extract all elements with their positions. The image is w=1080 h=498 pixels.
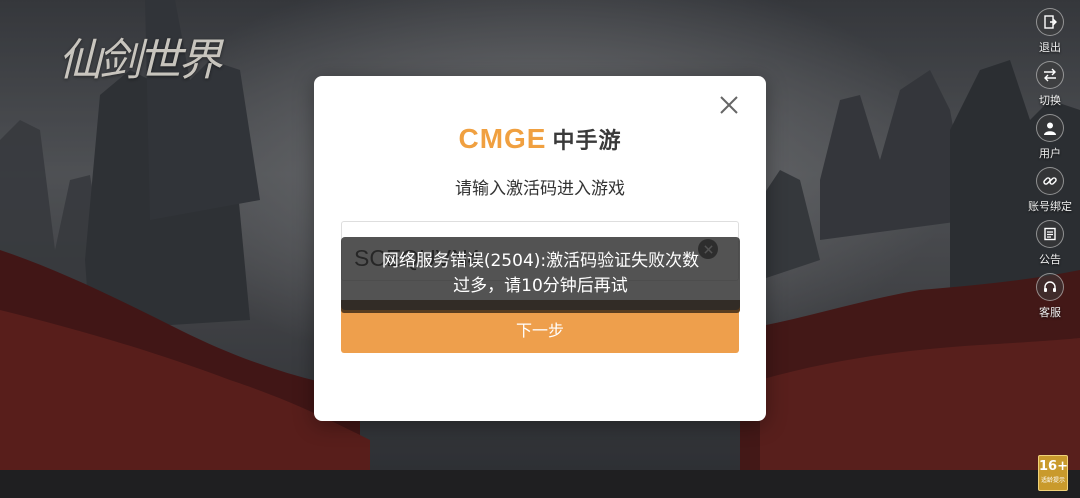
sidebar-item-notice[interactable]: 公告 <box>1028 220 1072 273</box>
sidebar-item-account-binding[interactable]: 账号绑定 <box>1028 167 1072 220</box>
error-toast: 网络服务错误(2504):激活码验证失败次数 过多，请10分钟后再试 <box>341 237 740 310</box>
age-rating-value: 16+ <box>1039 459 1068 474</box>
sidebar-item-exit[interactable]: 退出 <box>1028 8 1072 61</box>
age-rating-badge: 16+ 适龄提示 <box>1038 455 1068 491</box>
headset-icon <box>1036 273 1064 301</box>
sidebar-item-customer-service[interactable]: 客服 <box>1028 273 1072 326</box>
sidebar-item-user[interactable]: 用户 <box>1028 114 1072 167</box>
sidebar-item-label: 账号绑定 <box>1028 200 1072 213</box>
sidebar-item-label: 公告 <box>1039 253 1061 266</box>
sidebar-item-label: 用户 <box>1039 147 1061 160</box>
brand-logo-latin: CMGE <box>458 123 547 154</box>
brand-logo-chinese: 中手游 <box>552 129 622 154</box>
close-button[interactable] <box>718 94 740 116</box>
error-toast-line2: 过多，请10分钟后再试 <box>453 276 628 296</box>
sidebar: 退出 切换 用户 账号绑定 公告 客服 <box>1028 8 1072 326</box>
user-icon <box>1036 114 1064 142</box>
game-logo: 仙剑世界 <box>58 35 222 86</box>
exit-icon <box>1036 8 1064 36</box>
sidebar-item-label: 客服 <box>1039 306 1061 319</box>
error-toast-line1: 网络服务错误(2504):激活码验证失败次数 <box>381 251 700 271</box>
link-icon <box>1036 167 1064 195</box>
notice-icon <box>1036 220 1064 248</box>
activation-prompt: 请输入激活码进入游戏 <box>455 179 625 199</box>
switch-icon <box>1036 61 1064 89</box>
brand-logo: CMGE 中手游 <box>314 123 766 155</box>
sidebar-item-label: 切换 <box>1039 94 1061 107</box>
age-rating-caption: 适龄提示 <box>1040 477 1065 484</box>
close-icon <box>720 96 738 114</box>
sidebar-item-label: 退出 <box>1039 41 1061 54</box>
sidebar-item-switch[interactable]: 切换 <box>1028 61 1072 114</box>
